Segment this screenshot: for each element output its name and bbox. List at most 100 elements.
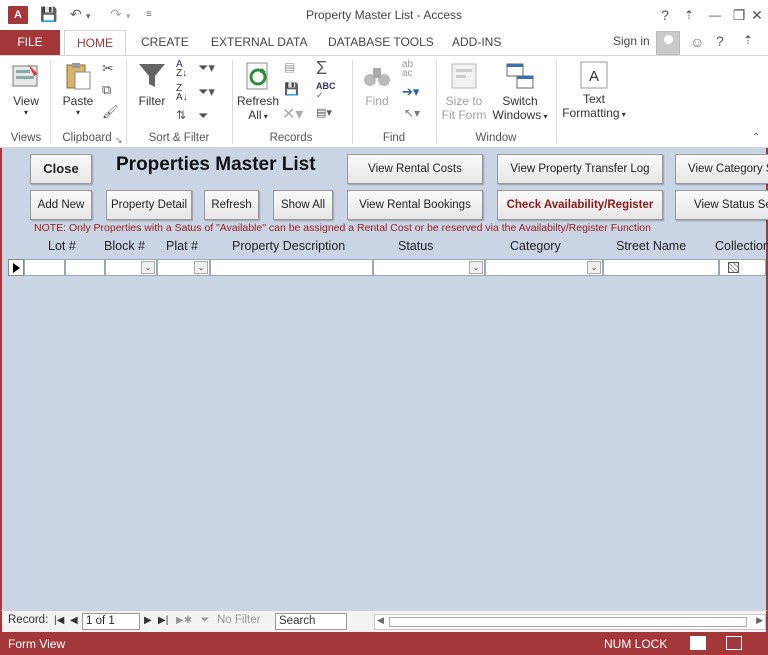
record-selector[interactable] xyxy=(8,259,24,276)
collapse-ribbon-icon[interactable]: ⇡ xyxy=(743,33,753,47)
filter-button[interactable]: Filter xyxy=(134,60,170,108)
advanced-filter-icon[interactable]: ⏷▾ xyxy=(198,84,215,100)
sort-descending-icon[interactable]: Z A↓ xyxy=(176,84,188,103)
category-field[interactable]: ⌄ xyxy=(485,259,603,276)
view-category-button[interactable]: View Category S xyxy=(675,154,768,184)
more-records-icon[interactable]: ▤▾ xyxy=(316,106,332,119)
text-formatting-button[interactable]: A Text Formatting ▾ xyxy=(560,60,628,120)
view-rental-costs-button[interactable]: View Rental Costs xyxy=(347,154,483,184)
ribbon-display-options-icon[interactable]: ⇡ xyxy=(676,4,702,26)
record-position-input[interactable]: 1 of 1 xyxy=(82,613,140,630)
find-button[interactable]: Find xyxy=(358,60,396,108)
tab-add-ins[interactable]: ADD-INS xyxy=(452,30,501,55)
search-input[interactable]: Search xyxy=(275,613,347,630)
form-view-icon[interactable] xyxy=(690,636,706,650)
block-field[interactable]: ⌄ xyxy=(105,259,157,276)
switch-windows-button[interactable]: Switch Windows ▾ xyxy=(490,60,550,122)
close-button[interactable]: ✕ xyxy=(744,4,768,26)
replace-icon[interactable]: ab ac xyxy=(402,60,413,79)
show-all-button[interactable]: Show All xyxy=(273,190,333,220)
toggle-filter-icon[interactable]: ⏷ xyxy=(198,108,208,124)
close-form-button[interactable]: Close xyxy=(30,154,92,184)
user-avatar[interactable] xyxy=(656,31,680,55)
window-group-label: Window xyxy=(475,132,517,144)
minimize-button[interactable]: — xyxy=(702,4,728,26)
new-record-nav-icon[interactable]: ▶✱ xyxy=(176,615,192,626)
size-to-fit-form-button[interactable]: Size to Fit Form xyxy=(440,60,488,122)
description-field[interactable] xyxy=(210,259,373,276)
collapse-ribbon-caret-icon[interactable]: ⌃ xyxy=(752,132,760,143)
remove-sort-icon[interactable]: ⇅ xyxy=(176,108,186,122)
clipboard-group-label: Clipboard xyxy=(62,132,112,144)
copy-icon[interactable]: ⧉ xyxy=(102,82,111,98)
title-bar: A 💾 ↶ ▾ ↷ ▾ ≡ Property Master List - Acc… xyxy=(0,0,768,30)
form-area: Close Properties Master List View Rental… xyxy=(0,148,768,610)
group-separator xyxy=(436,60,437,144)
size-to-fit-icon xyxy=(451,63,477,89)
chevron-down-icon[interactable]: ⌄ xyxy=(141,261,155,274)
datasheet-view-icon[interactable] xyxy=(726,636,742,650)
scroll-right-icon[interactable]: ▶ xyxy=(756,615,763,626)
property-detail-button[interactable]: Property Detail xyxy=(106,190,192,220)
feedback-smiley-icon[interactable]: ☺ xyxy=(690,34,704,50)
view-property-transfer-log-button[interactable]: View Property Transfer Log xyxy=(497,154,663,184)
lot-field[interactable] xyxy=(24,259,65,276)
collection-checkbox-cell[interactable] xyxy=(719,259,766,276)
clipboard-launcher-icon[interactable]: ↘ xyxy=(115,135,123,146)
go-to-icon[interactable]: ➔▾ xyxy=(402,84,419,100)
tab-create[interactable]: CREATE xyxy=(141,30,189,55)
format-painter-icon[interactable]: 🖌 xyxy=(102,104,119,120)
check-availability-register-button[interactable]: Check Availability/Register xyxy=(497,190,663,220)
street-name-field[interactable] xyxy=(603,259,719,276)
refresh-all-button[interactable]: Refresh All ▾ xyxy=(236,60,280,122)
selection-filter-icon[interactable]: ⏷▾ xyxy=(198,60,215,76)
save-record-icon[interactable]: 💾 xyxy=(284,82,299,96)
customize-qat-icon[interactable]: ≡ xyxy=(146,9,152,20)
refresh-form-button[interactable]: Refresh xyxy=(204,190,259,220)
sort-ascending-icon[interactable]: A Z↓ xyxy=(176,60,187,79)
tab-file[interactable]: FILE xyxy=(0,30,60,55)
lot-field-ext[interactable] xyxy=(65,259,105,276)
paste-button[interactable]: Paste ▾ xyxy=(60,60,96,117)
no-filter-label[interactable]: No Filter xyxy=(217,614,260,626)
tab-external-data[interactable]: EXTERNAL DATA xyxy=(211,30,307,55)
tab-home[interactable]: HOME xyxy=(64,30,126,56)
chevron-down-icon[interactable]: ⌄ xyxy=(469,261,483,274)
first-record-icon[interactable]: |◀ xyxy=(54,615,64,626)
refresh-label-line1: Refresh xyxy=(236,94,280,108)
cut-icon[interactable]: ✂ xyxy=(102,60,114,77)
sign-in-link[interactable]: Sign in xyxy=(613,34,650,48)
view-rental-bookings-button[interactable]: View Rental Bookings xyxy=(347,190,483,220)
redo-icon[interactable]: ↷ xyxy=(110,6,122,23)
undo-icon[interactable]: ↶ xyxy=(70,6,82,23)
help-button[interactable]: ? xyxy=(652,4,678,26)
record-navigation-bar: Record: |◀ ◀ 1 of 1 ▶ ▶| ▶✱ ⏷ No Filter … xyxy=(0,610,768,632)
delete-record-icon[interactable]: ✕▾ xyxy=(282,104,303,124)
scroll-left-icon[interactable]: ◀ xyxy=(377,615,384,626)
spelling-icon[interactable]: ABC ✓ xyxy=(316,82,336,100)
horizontal-scrollbar[interactable]: ◀ ▶ xyxy=(374,614,766,630)
help-icon[interactable]: ? xyxy=(716,33,724,49)
undo-dropdown-icon[interactable]: ▾ xyxy=(86,11,91,22)
redo-dropdown-icon[interactable]: ▾ xyxy=(126,11,131,22)
next-record-icon[interactable]: ▶ xyxy=(144,615,152,626)
view-status-button[interactable]: View Status Se xyxy=(675,190,768,220)
totals-sigma-icon[interactable]: Σ xyxy=(316,58,327,79)
chevron-down-icon[interactable]: ⌄ xyxy=(587,261,601,274)
chevron-down-icon[interactable]: ⌄ xyxy=(194,261,208,274)
collection-checkbox[interactable] xyxy=(728,262,739,273)
status-field[interactable]: ⌄ xyxy=(373,259,485,276)
tab-database-tools[interactable]: DATABASE TOOLS xyxy=(328,30,434,55)
save-icon[interactable]: 💾 xyxy=(40,6,57,23)
access-app-icon[interactable]: A xyxy=(8,6,28,24)
new-record-icon[interactable]: ▤ xyxy=(284,60,295,74)
add-new-button[interactable]: Add New xyxy=(30,190,92,220)
form-header: Close Properties Master List View Rental… xyxy=(4,148,768,276)
scrollbar-thumb[interactable] xyxy=(389,617,747,627)
previous-record-icon[interactable]: ◀ xyxy=(70,615,78,626)
plat-field[interactable]: ⌄ xyxy=(157,259,210,276)
view-button[interactable]: View ▾ xyxy=(8,60,44,117)
select-icon[interactable]: ↖▾ xyxy=(404,106,420,120)
ribbon-tabs: FILE HOME CREATE EXTERNAL DATA DATABASE … xyxy=(0,30,768,56)
last-record-icon[interactable]: ▶| xyxy=(158,615,168,626)
